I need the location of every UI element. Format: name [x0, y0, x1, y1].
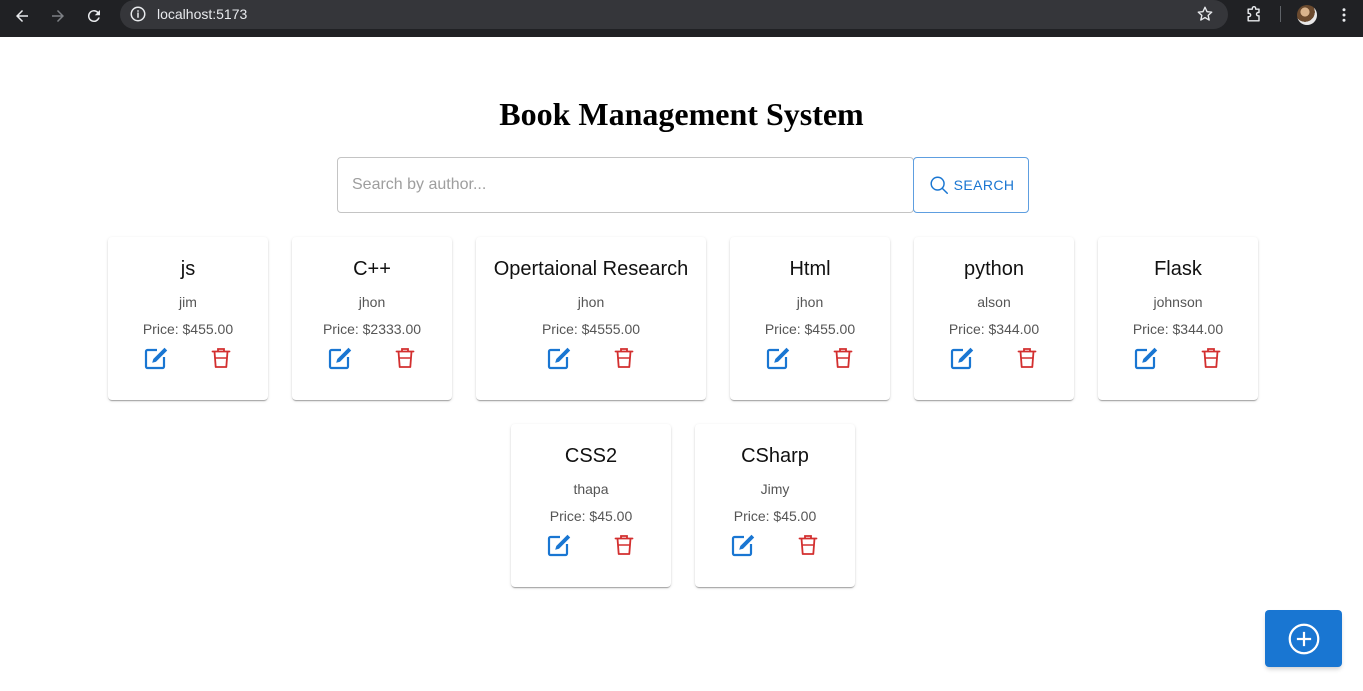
toolbar-separator	[1280, 6, 1281, 22]
book-title: CSS2	[564, 445, 618, 467]
address-url[interactable]: localhost:5173	[157, 5, 247, 23]
book-price: Price: $455.00	[764, 321, 856, 337]
search-input[interactable]	[337, 157, 914, 213]
book-actions	[695, 532, 855, 558]
book-title: C++	[353, 258, 391, 280]
edit-icon	[766, 347, 790, 370]
reload-button[interactable]	[81, 3, 107, 29]
book-actions	[108, 345, 268, 371]
book-title: Opertaional Research	[493, 258, 689, 280]
delete-book-button[interactable]	[1199, 345, 1223, 371]
book-actions	[511, 532, 671, 558]
search-button-label: SEARCH	[953, 177, 1015, 193]
book-price: Price: $455.00	[142, 321, 234, 337]
page-title: Book Management System	[499, 96, 864, 132]
delete-trash-icon	[211, 348, 231, 368]
book-author: jhon	[358, 294, 386, 310]
reload-icon	[87, 10, 100, 23]
book-actions	[1098, 345, 1258, 371]
edit-icon	[547, 347, 571, 370]
edit-book-button[interactable]	[142, 345, 170, 371]
book-author: jhon	[796, 294, 824, 310]
search-button[interactable]: SEARCH	[913, 157, 1029, 213]
address-bar[interactable]: localhost:5173	[120, 0, 1228, 29]
bookmark-star-icon[interactable]	[1196, 5, 1214, 23]
edit-icon	[328, 347, 352, 370]
book-card: CSS2 thapa Price: $45.00	[511, 424, 671, 587]
book-title: Html	[789, 258, 831, 280]
back-arrow-icon	[16, 10, 28, 22]
book-price: Price: $344.00	[1132, 321, 1224, 337]
edit-icon	[547, 534, 571, 557]
book-card: Html jhon Price: $455.00	[730, 237, 890, 400]
book-price: Price: $2333.00	[322, 321, 422, 337]
delete-trash-icon	[614, 535, 634, 555]
delete-book-button[interactable]	[393, 345, 417, 371]
book-card: python alson Price: $344.00	[914, 237, 1074, 400]
edit-book-button[interactable]	[326, 345, 354, 371]
forward-arrow-icon	[52, 10, 64, 22]
delete-book-button[interactable]	[1015, 345, 1039, 371]
extensions-button[interactable]	[1243, 4, 1265, 26]
forward-button[interactable]	[45, 3, 71, 29]
edit-book-button[interactable]	[545, 345, 573, 371]
profile-button[interactable]	[1296, 4, 1318, 26]
delete-book-button[interactable]	[209, 345, 233, 371]
profile-avatar	[1297, 5, 1317, 25]
edit-book-button[interactable]	[764, 345, 792, 371]
book-author: Jimy	[760, 481, 790, 497]
book-actions	[914, 345, 1074, 371]
book-actions	[476, 345, 706, 371]
book-price: Price: $45.00	[733, 508, 817, 524]
book-card: Flask johnson Price: $344.00	[1098, 237, 1258, 400]
book-author: johnson	[1153, 294, 1203, 310]
browser-menu-button[interactable]	[1333, 4, 1355, 26]
delete-trash-icon	[798, 535, 818, 555]
delete-book-button[interactable]	[796, 532, 820, 558]
delete-book-button[interactable]	[612, 345, 636, 371]
add-circle-icon	[1288, 623, 1319, 654]
delete-trash-icon	[395, 348, 415, 368]
book-price: Price: $4555.00	[541, 321, 641, 337]
book-card: CSharp Jimy Price: $45.00	[695, 424, 855, 587]
book-title: CSharp	[741, 445, 809, 467]
book-price: Price: $344.00	[948, 321, 1040, 337]
delete-trash-icon	[1201, 348, 1221, 368]
site-info-icon[interactable]	[129, 5, 147, 23]
book-actions	[730, 345, 890, 371]
delete-trash-icon	[1017, 348, 1037, 368]
edit-icon	[144, 347, 168, 370]
delete-trash-icon	[833, 348, 853, 368]
book-price: Price: $45.00	[549, 508, 633, 524]
add-book-button[interactable]	[1265, 610, 1342, 667]
edit-book-button[interactable]	[545, 532, 573, 558]
delete-trash-icon	[614, 348, 634, 368]
book-author: jhon	[577, 294, 605, 310]
delete-book-button[interactable]	[831, 345, 855, 371]
browser-toolbar: localhost:5173	[0, 0, 1363, 37]
book-card: Opertaional Research jhon Price: $4555.00	[476, 237, 706, 400]
back-button[interactable]	[9, 3, 35, 29]
book-author: alson	[977, 294, 1011, 310]
book-title: python	[963, 258, 1025, 280]
extensions-icon	[1247, 6, 1260, 22]
search-icon	[930, 176, 948, 194]
edit-icon	[950, 347, 974, 370]
edit-book-button[interactable]	[729, 532, 757, 558]
book-actions	[292, 345, 452, 371]
edit-book-button[interactable]	[948, 345, 976, 371]
delete-book-button[interactable]	[612, 532, 636, 558]
book-card: js jim Price: $455.00	[108, 237, 268, 400]
book-author: thapa	[573, 481, 609, 497]
book-author: jim	[179, 294, 197, 310]
book-title: Flask	[1154, 258, 1202, 280]
edit-icon	[1134, 347, 1158, 370]
menu-dots-icon	[1342, 8, 1346, 22]
book-card: C++ jhon Price: $2333.00	[292, 237, 452, 400]
edit-book-button[interactable]	[1132, 345, 1160, 371]
book-title: js	[180, 258, 196, 280]
edit-icon	[731, 534, 755, 557]
